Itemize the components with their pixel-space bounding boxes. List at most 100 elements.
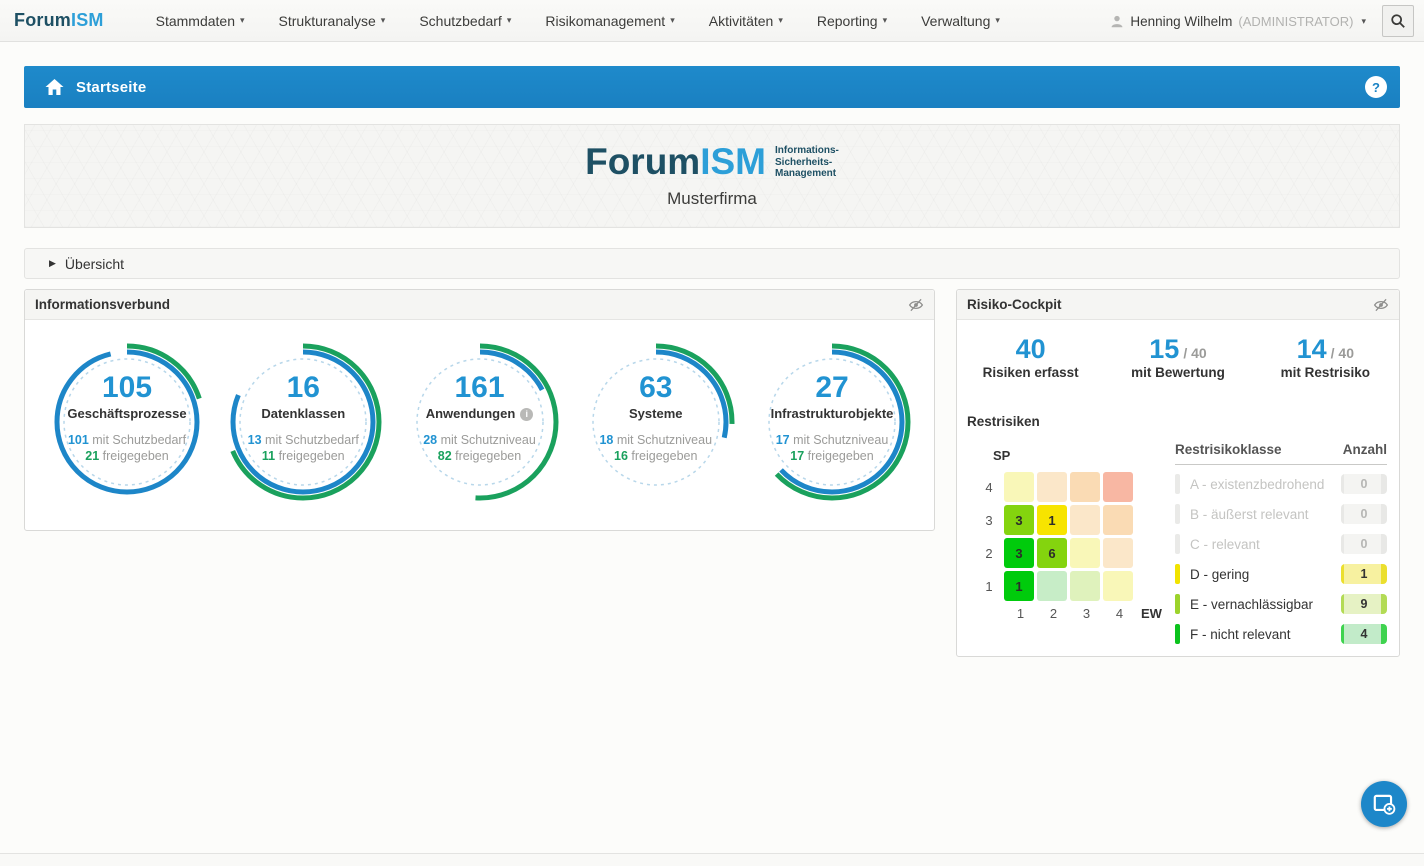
- stat-value: 15: [1149, 334, 1179, 364]
- user-menu[interactable]: Henning Wilhelm (ADMINISTRATOR) ▾: [1110, 0, 1366, 42]
- hide-panel-button[interactable]: [1373, 298, 1389, 312]
- help-button[interactable]: ?: [1365, 76, 1387, 98]
- nav-item-label: Schutzbedarf: [419, 13, 502, 29]
- chevron-down-icon: ▾: [1361, 16, 1366, 27]
- nav-menu: Stammdaten ▾ Strukturanalyse ▾ Schutzbed…: [156, 13, 1000, 29]
- stat-label: mit Bewertung: [1104, 365, 1251, 380]
- class-color-bar: [1175, 474, 1180, 494]
- stat-line1: 17 mit Schutzniveau: [776, 433, 889, 447]
- nav-item-verwaltung[interactable]: Verwaltung ▾: [921, 13, 1000, 29]
- stat-circle-datenklassen[interactable]: 16 Datenklassen 13 mit Schutzbedarf 11 f…: [223, 342, 383, 502]
- restrisikoklasse-table: Restrisikoklasse Anzahl A - existenzbedr…: [1175, 442, 1387, 649]
- search-icon: [1390, 13, 1406, 29]
- footer-bar: [0, 853, 1424, 866]
- class-label: C - relevant: [1190, 537, 1341, 552]
- stat-line1: 18 mit Schutzniveau: [599, 433, 712, 447]
- company-name: Musterfirma: [667, 189, 757, 209]
- user-role: (ADMINISTRATOR): [1238, 14, 1353, 29]
- nav-item-risikomanagement[interactable]: Risikomanagement ▾: [545, 13, 674, 29]
- matrix-row: 3 31: [979, 505, 1162, 535]
- class-color-bar: [1175, 564, 1180, 584]
- table-header-count: Anzahl: [1343, 442, 1387, 457]
- stat-total: 16: [287, 371, 320, 405]
- overview-label: Übersicht: [65, 256, 124, 272]
- app-logo-part2: ISM: [71, 10, 104, 30]
- stat-circle-infrastrukturobjekte[interactable]: 27 Infrastrukturobjekte 17 mit Schutzniv…: [752, 342, 912, 502]
- nav-item-label: Aktivitäten: [709, 13, 774, 29]
- page-title: Startseite: [76, 79, 146, 96]
- stat-circle-systeme[interactable]: 63 Systeme 18 mit Schutzniveau 16 freige…: [576, 342, 736, 502]
- chevron-down-icon: ▾: [240, 15, 245, 26]
- table-row-b-u-erst-relevant: B - äußerst relevant 0: [1175, 499, 1387, 529]
- page-title-bar: Startseite ?: [24, 66, 1400, 108]
- table-row-f-nicht-relevant: F - nicht relevant 4: [1175, 619, 1387, 649]
- overview-toggle[interactable]: ▶ Übersicht: [24, 248, 1400, 279]
- table-rows: A - existenzbedrohend 0 B - äußerst rele…: [1175, 469, 1387, 649]
- stat-line2: 16 freigegeben: [614, 449, 697, 463]
- chevron-down-icon: ▾: [670, 15, 675, 26]
- hide-panel-button[interactable]: [908, 298, 924, 312]
- table-header: Restrisikoklasse Anzahl: [1175, 442, 1387, 465]
- risk-stat-mit-restrisiko: 14/ 40 mit Restrisiko: [1252, 333, 1399, 380]
- class-color-bar: [1175, 594, 1180, 614]
- stat-circle-gesch-ftsprozesse[interactable]: 105 Geschäftsprozesse 101 mit Schutzbeda…: [47, 342, 207, 502]
- matrix-cell-sp4-ew3: [1070, 472, 1100, 502]
- matrix-cell-sp3-ew4: [1103, 505, 1133, 535]
- home-icon: [45, 79, 64, 96]
- matrix-cell-sp4-ew2: [1037, 472, 1067, 502]
- stat-line2: 17 freigegeben: [790, 449, 873, 463]
- table-row-c-relevant: C - relevant 0: [1175, 529, 1387, 559]
- matrix-y-tick: 1: [979, 579, 999, 594]
- table-header-class: Restrisikoklasse: [1175, 442, 1282, 457]
- risk-matrix: SP 4 3 31 2 36 1 1 1234: [979, 448, 1162, 621]
- stat-circles: 105 Geschäftsprozesse 101 mit Schutzbeda…: [25, 320, 934, 502]
- informationsverbund-panel: Informationsverbund 105 Geschäftsprozess…: [24, 289, 935, 531]
- matrix-row: 4: [979, 472, 1162, 502]
- add-window-icon: [1371, 791, 1397, 817]
- top-navbar: ForumISM Stammdaten ▾ Strukturanalyse ▾ …: [0, 0, 1424, 42]
- eye-slash-icon: [908, 298, 924, 312]
- stat-value: 14: [1297, 334, 1327, 364]
- banner-logo-part2: ISM: [700, 141, 766, 182]
- matrix-row: 2 36: [979, 538, 1162, 568]
- matrix-cell-sp2-ew2: 6: [1037, 538, 1067, 568]
- class-label: D - gering: [1190, 567, 1341, 582]
- nav-item-stammdaten[interactable]: Stammdaten ▾: [156, 13, 245, 29]
- stat-line1: 13 mit Schutzbedarf: [248, 433, 359, 447]
- chevron-down-icon: ▾: [778, 15, 783, 26]
- class-count-badge: 1: [1341, 564, 1387, 584]
- matrix-x-tick: 4: [1103, 606, 1136, 621]
- class-color-bar: [1175, 504, 1180, 524]
- matrix-cell-sp1-ew2: [1037, 571, 1067, 601]
- chevron-down-icon: ▾: [995, 15, 1000, 26]
- nav-item-aktivit-ten[interactable]: Aktivitäten ▾: [709, 13, 783, 29]
- risk-stat-risiken-erfasst: 40 Risiken erfasst: [957, 333, 1104, 380]
- restrisiken-title: Restrisiken: [967, 414, 1040, 429]
- stat-value: 40: [1016, 334, 1046, 364]
- class-count-badge: 4: [1341, 624, 1387, 644]
- nav-item-label: Strukturanalyse: [279, 13, 376, 29]
- class-count-badge: 9: [1341, 594, 1387, 614]
- nav-item-schutzbedarf[interactable]: Schutzbedarf ▾: [419, 13, 511, 29]
- stat-label: Datenklassen: [261, 406, 345, 421]
- stat-label: Systeme: [629, 406, 682, 421]
- matrix-x-tick: 1: [1004, 606, 1037, 621]
- company-banner: ForumISM Informations- Sicherheits- Mana…: [24, 124, 1400, 228]
- nav-item-reporting[interactable]: Reporting ▾: [817, 13, 887, 29]
- app-logo[interactable]: ForumISM: [14, 10, 104, 31]
- class-label: B - äußerst relevant: [1190, 507, 1341, 522]
- class-label: F - nicht relevant: [1190, 627, 1341, 642]
- add-window-button[interactable]: [1361, 781, 1407, 827]
- chevron-down-icon: ▾: [381, 15, 386, 26]
- stat-circle-anwendungen[interactable]: 161 Anwendungeni 28 mit Schutzniveau 82 …: [400, 342, 560, 502]
- info-icon[interactable]: i: [520, 408, 533, 421]
- matrix-cell-sp2-ew4: [1103, 538, 1133, 568]
- matrix-y-axis-label: SP: [993, 448, 1162, 463]
- nav-item-strukturanalyse[interactable]: Strukturanalyse ▾: [279, 13, 386, 29]
- matrix-cell-sp1-ew1: 1: [1004, 571, 1034, 601]
- matrix-x-axis: 1234 EW: [1004, 606, 1162, 621]
- search-button[interactable]: [1382, 5, 1414, 37]
- informationsverbund-header: Informationsverbund: [25, 290, 934, 320]
- stat-line1: 28 mit Schutzniveau: [423, 433, 536, 447]
- user-icon: [1110, 14, 1124, 29]
